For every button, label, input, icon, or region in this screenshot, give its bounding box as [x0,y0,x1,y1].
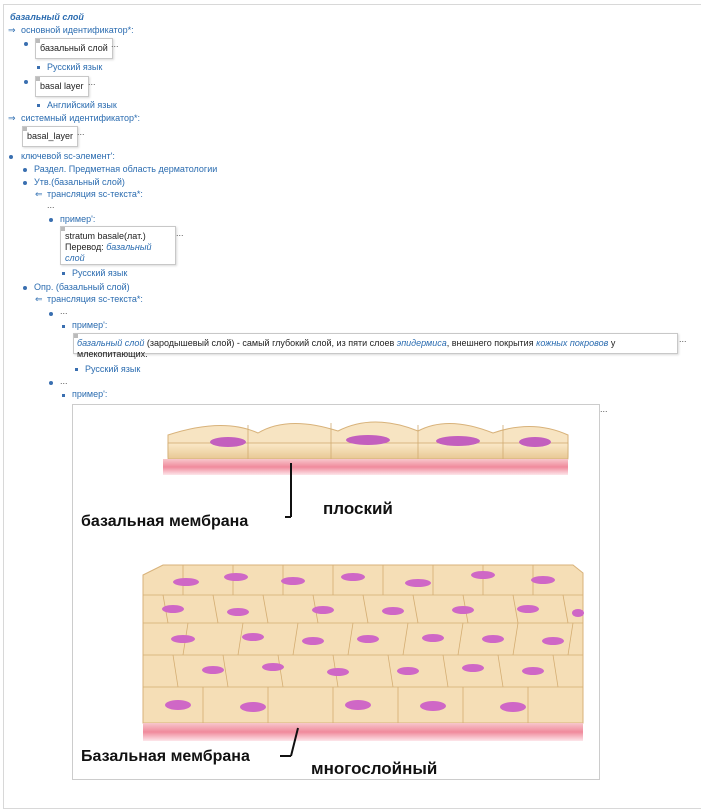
label-stratified: многослойный [311,759,438,778]
square-bullet-icon [62,394,65,397]
label-basal-membrane-bottom: Базальная мембрана [81,748,250,765]
bullet-icon [23,286,27,290]
bullet-icon [9,155,13,159]
arrow-right-icon: ⇒ [8,25,16,35]
bullet-icon [23,181,27,185]
square-bullet-icon [75,368,78,371]
more-ellipsis[interactable]: ... [176,228,184,238]
arrow-right-icon: ⇒ [8,113,16,123]
identifier-box-ru[interactable]: базальный слой [35,38,113,59]
stratified-epithelium [142,564,584,757]
page-title: базальный слой [10,12,84,22]
bullet-icon [49,381,53,385]
example-label[interactable]: пример': [60,214,95,225]
bullet-icon [49,312,53,316]
main-identifier-label[interactable]: основной идентификатор*: [21,25,134,36]
system-identifier-value: basal_layer [27,131,74,141]
more-ellipsis[interactable]: ... [600,404,608,414]
ellipsis-node[interactable]: ... [60,376,68,387]
lang-link-en[interactable]: Английский язык [47,100,117,111]
more-ellipsis[interactable]: ... [111,39,119,49]
epithelium-illustration [142,421,584,757]
example-label[interactable]: пример': [72,320,107,331]
definition-text: , внешнего покрытия [446,338,537,348]
label-flat: плоский [323,499,393,518]
bullet-icon [49,218,53,222]
bullet-icon [23,168,27,172]
definition-text-box[interactable]: базальный слой (зародышевый слой) - самы… [73,333,678,359]
definition-link-basal[interactable]: базальный слой [77,338,144,348]
ellipsis-node[interactable]: ... [47,200,55,211]
bullet-icon [24,80,28,84]
square-bullet-icon [62,272,65,275]
more-ellipsis[interactable]: ... [88,77,96,87]
example-label[interactable]: пример': [72,389,107,400]
key-element-label[interactable]: ключевой sc-элемент': [21,151,115,162]
bullet-icon [24,42,28,46]
statement-text-prefix: Перевод: [65,242,107,252]
ellipsis-node[interactable]: ... [60,306,68,317]
identifier-value: базальный слой [40,43,108,53]
more-ellipsis[interactable]: ... [77,127,85,137]
statement-text-box[interactable]: stratum basale(лат.) Перевод: базальный … [60,226,176,265]
translation-label[interactable]: трансляция sc-текста*: [47,189,143,200]
epithelium-image: базальная мембрана плоский Базальная мем… [72,404,600,780]
square-bullet-icon [37,104,40,107]
lang-link-ru[interactable]: Русский язык [85,364,140,375]
system-identifier-box[interactable]: basal_layer [22,126,79,147]
definition-link[interactable]: Опр. (базальный слой) [34,282,130,293]
label-basal-membrane-top: базальная мембрана [81,513,249,530]
translation-label[interactable]: трансляция sc-текста*: [47,294,143,305]
identifier-value: basal layer [40,81,84,91]
section-link[interactable]: Раздел. Предметная область дерматологии [34,164,217,175]
definition-link-epidermis[interactable]: эпидермиса [397,338,447,348]
square-bullet-icon [37,66,40,69]
statement-text-line1: stratum basale(лат.) [65,231,146,241]
definition-text: (зародышевый слой) - самый глубокий слой… [144,338,397,348]
statement-text-line2: Перевод: базальный слой [65,242,171,264]
square-bullet-icon [62,325,65,328]
lang-link-ru[interactable]: Русский язык [72,268,127,279]
more-ellipsis[interactable]: ... [679,334,687,344]
identifier-box-en[interactable]: basal layer [35,76,89,97]
lang-link-ru[interactable]: Русский язык [47,62,102,73]
definition-link-skin[interactable]: кожных покровов [536,338,608,348]
system-identifier-label[interactable]: системный идентификатор*: [21,113,140,124]
arrow-left-icon: ⇐ [35,189,43,199]
arrow-left-icon: ⇐ [35,294,43,304]
statement-link[interactable]: Утв.(базальный слой) [34,177,125,188]
